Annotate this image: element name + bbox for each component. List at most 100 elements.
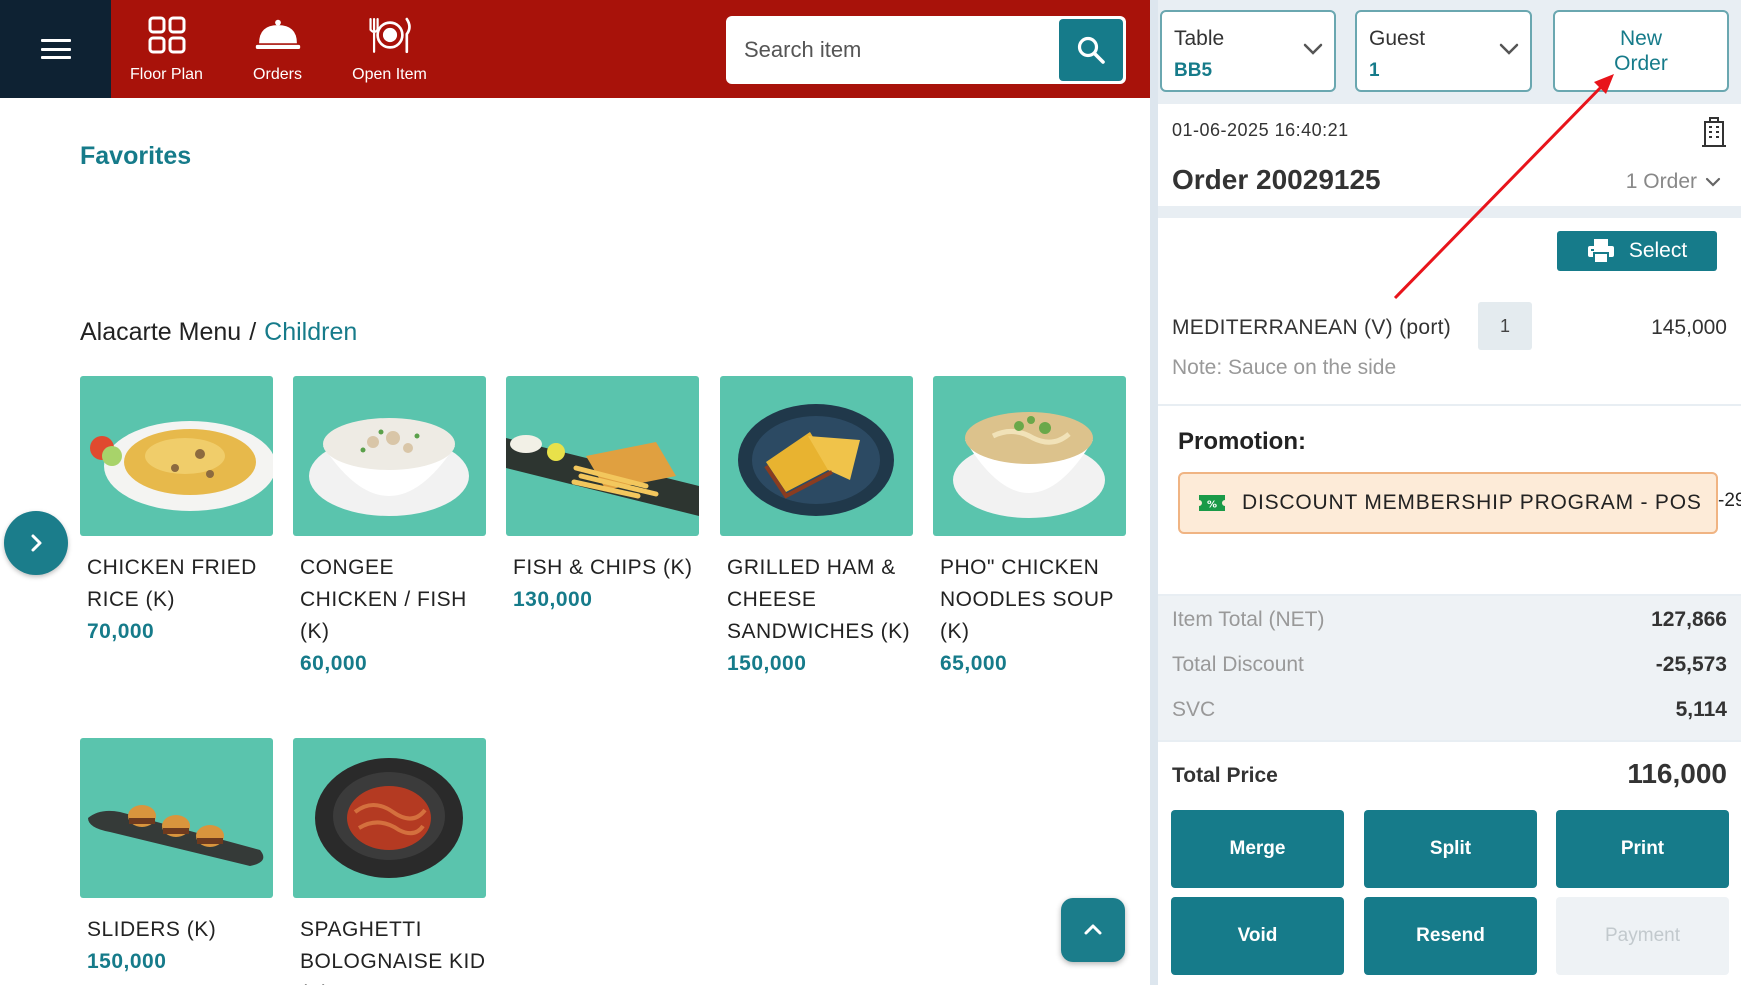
breadcrumb-current: Children xyxy=(264,318,358,346)
menu-item-card[interactable]: SLIDERS (K) 150,000 xyxy=(80,738,273,974)
search-input[interactable] xyxy=(726,16,1059,84)
order-count-dropdown[interactable]: 1 Order xyxy=(1626,170,1721,194)
panel-divider xyxy=(1150,0,1158,985)
menu-item-card[interactable]: SPAGHETTI BOLOGNAISE KID (K) xyxy=(293,738,486,985)
menu-item-card[interactable]: CHICKEN FRIED RICE (K) 70,000 xyxy=(80,376,273,644)
discount-ticket-icon: % xyxy=(1199,495,1225,511)
hamburger-icon xyxy=(40,39,71,59)
order-summary: Item Total (NET) 127,866 Total Discount … xyxy=(1158,596,1741,740)
nav-floor-plan-label: Floor Plan xyxy=(130,66,203,83)
congee-image xyxy=(293,376,486,536)
menu-item-name: CHICKEN FRIED RICE (K) xyxy=(87,556,257,611)
guest-label: Guest xyxy=(1369,27,1426,50)
nav-orders[interactable]: Orders xyxy=(222,0,333,98)
split-button[interactable]: Split xyxy=(1364,810,1537,888)
chevron-down-icon xyxy=(1303,43,1323,55)
menu-item-price: 65,000 xyxy=(940,652,1008,675)
building-icon[interactable] xyxy=(1701,116,1727,148)
order-header: 01-06-2025 16:40:21 Order 20029125 1 Ord… xyxy=(1158,104,1741,206)
chevron-up-icon xyxy=(1084,924,1102,935)
table-select[interactable]: Table BB5 xyxy=(1160,10,1336,92)
table-label: Table xyxy=(1174,27,1225,50)
category-next-button[interactable] xyxy=(4,511,68,575)
line-item-name[interactable]: MEDITERRANEAN (V) (port) xyxy=(1172,316,1451,340)
total-section: Total Price 116,000 Merge Split Print Vo… xyxy=(1158,742,1741,985)
favorites-heading: Favorites xyxy=(80,142,192,170)
menu-item-name: SPAGHETTI BOLOGNAISE KID (K) xyxy=(300,918,486,985)
select-button[interactable]: Select xyxy=(1557,231,1717,271)
menu-item-price: 150,000 xyxy=(87,950,167,973)
guest-select[interactable]: Guest 1 xyxy=(1355,10,1532,92)
menu-item-name: CONGEE CHICKEN / FISH (K) xyxy=(300,556,467,643)
floor-plan-icon xyxy=(144,12,190,58)
menu-item-price: 150,000 xyxy=(727,652,807,675)
menu-button[interactable] xyxy=(0,0,111,98)
chevron-down-icon xyxy=(1499,43,1519,55)
menu-item-card[interactable]: FISH & CHIPS (K) 130,000 xyxy=(506,376,699,612)
chicken-fried-rice-image xyxy=(80,376,273,536)
scroll-top-button[interactable] xyxy=(1061,898,1125,962)
order-count-label: 1 Order xyxy=(1625,170,1697,193)
select-label: Select xyxy=(1628,239,1688,262)
total-price-value: 116,000 xyxy=(1627,758,1727,789)
search-button[interactable] xyxy=(1059,19,1123,81)
breadcrumb: Alacarte Menu / Children xyxy=(80,318,357,347)
menu-item-name: GRILLED HAM & CHEESE SANDWICHES (K) xyxy=(727,556,911,643)
summary-row-item-total: Item Total (NET) 127,866 xyxy=(1172,608,1727,632)
order-datetime: 01-06-2025 16:40:21 xyxy=(1172,120,1349,140)
pho-chicken-image xyxy=(933,376,1126,536)
summary-label: SVC xyxy=(1172,698,1216,721)
menu-item-name: SLIDERS (K) xyxy=(87,918,217,941)
nav-floor-plan[interactable]: Floor Plan xyxy=(111,0,222,98)
search-icon xyxy=(1077,36,1105,64)
menu-item-name: FISH & CHIPS (K) xyxy=(513,556,693,579)
merge-button[interactable]: Merge xyxy=(1171,810,1344,888)
promotion-name: DISCOUNT MEMBERSHIP PROGRAM - POS xyxy=(1242,491,1702,514)
menu-item-card[interactable]: PHO" CHICKEN NOODLES SOUP (K) 65,000 xyxy=(933,376,1126,676)
svg-text:%: % xyxy=(1207,500,1217,511)
summary-row-total-discount: Total Discount -25,573 xyxy=(1172,653,1727,677)
spaghetti-bolognaise-image xyxy=(293,738,486,898)
resend-button[interactable]: Resend xyxy=(1364,897,1537,975)
menu-item-price: 70,000 xyxy=(87,620,155,643)
order-title: Order 20029125 xyxy=(1172,164,1381,195)
nav-open-item-label: Open Item xyxy=(352,66,427,83)
plate-cutlery-icon xyxy=(367,12,413,58)
menu-item-card[interactable]: GRILLED HAM & CHEESE SANDWICHES (K) 150,… xyxy=(720,376,913,676)
table-value: BB5 xyxy=(1174,60,1213,81)
menu-item-name: PHO" CHICKEN NOODLES SOUP (K) xyxy=(940,556,1114,643)
new-order-label: New Order xyxy=(1614,27,1668,75)
menu-item-card[interactable]: CONGEE CHICKEN / FISH (K) 60,000 xyxy=(293,376,486,676)
promotion-tag[interactable]: % DISCOUNT MEMBERSHIP PROGRAM - POS xyxy=(1178,472,1718,534)
promotion-section: Promotion: % DISCOUNT MEMBERSHIP PROGRAM… xyxy=(1158,406,1741,594)
order-items: Select MEDITERRANEAN (V) (port) 1 145,00… xyxy=(1158,218,1741,404)
summary-value: 5,114 xyxy=(1675,698,1727,721)
cloche-icon xyxy=(255,12,301,58)
order-panel: Table BB5 Guest 1 New Order 01-06-2025 1… xyxy=(1158,0,1741,985)
breadcrumb-separator: / xyxy=(249,318,257,346)
total-price-label: Total Price xyxy=(1172,764,1278,787)
summary-value: 127,866 xyxy=(1651,608,1727,631)
summary-label: Total Discount xyxy=(1172,653,1304,676)
promotion-title: Promotion: xyxy=(1178,428,1306,455)
chevron-right-icon xyxy=(31,534,42,552)
nav-open-item[interactable]: Open Item xyxy=(333,0,446,98)
payment-button[interactable]: Payment xyxy=(1556,897,1729,975)
line-item-note: Note: Sauce on the side xyxy=(1172,356,1397,379)
chevron-down-icon xyxy=(1705,177,1721,187)
line-item-price: 145,000 xyxy=(1651,316,1727,339)
print-button[interactable]: Print xyxy=(1556,810,1729,888)
summary-label: Item Total (NET) xyxy=(1172,608,1325,631)
search-bar xyxy=(726,16,1126,84)
void-button[interactable]: Void xyxy=(1171,897,1344,975)
summary-row-svc: SVC 5,114 xyxy=(1172,698,1727,722)
summary-value: -25,573 xyxy=(1655,653,1727,676)
new-order-button[interactable]: New Order xyxy=(1553,10,1729,92)
line-item-qty[interactable]: 1 xyxy=(1478,302,1532,350)
top-bar: Floor Plan Orders Open Item xyxy=(0,0,1150,98)
promotion-amount: -29 xyxy=(1718,490,1741,511)
printer-icon xyxy=(1587,239,1614,264)
fish-and-chips-image xyxy=(506,376,699,536)
breadcrumb-root[interactable]: Alacarte Menu xyxy=(80,318,241,347)
nav-orders-label: Orders xyxy=(253,66,302,83)
